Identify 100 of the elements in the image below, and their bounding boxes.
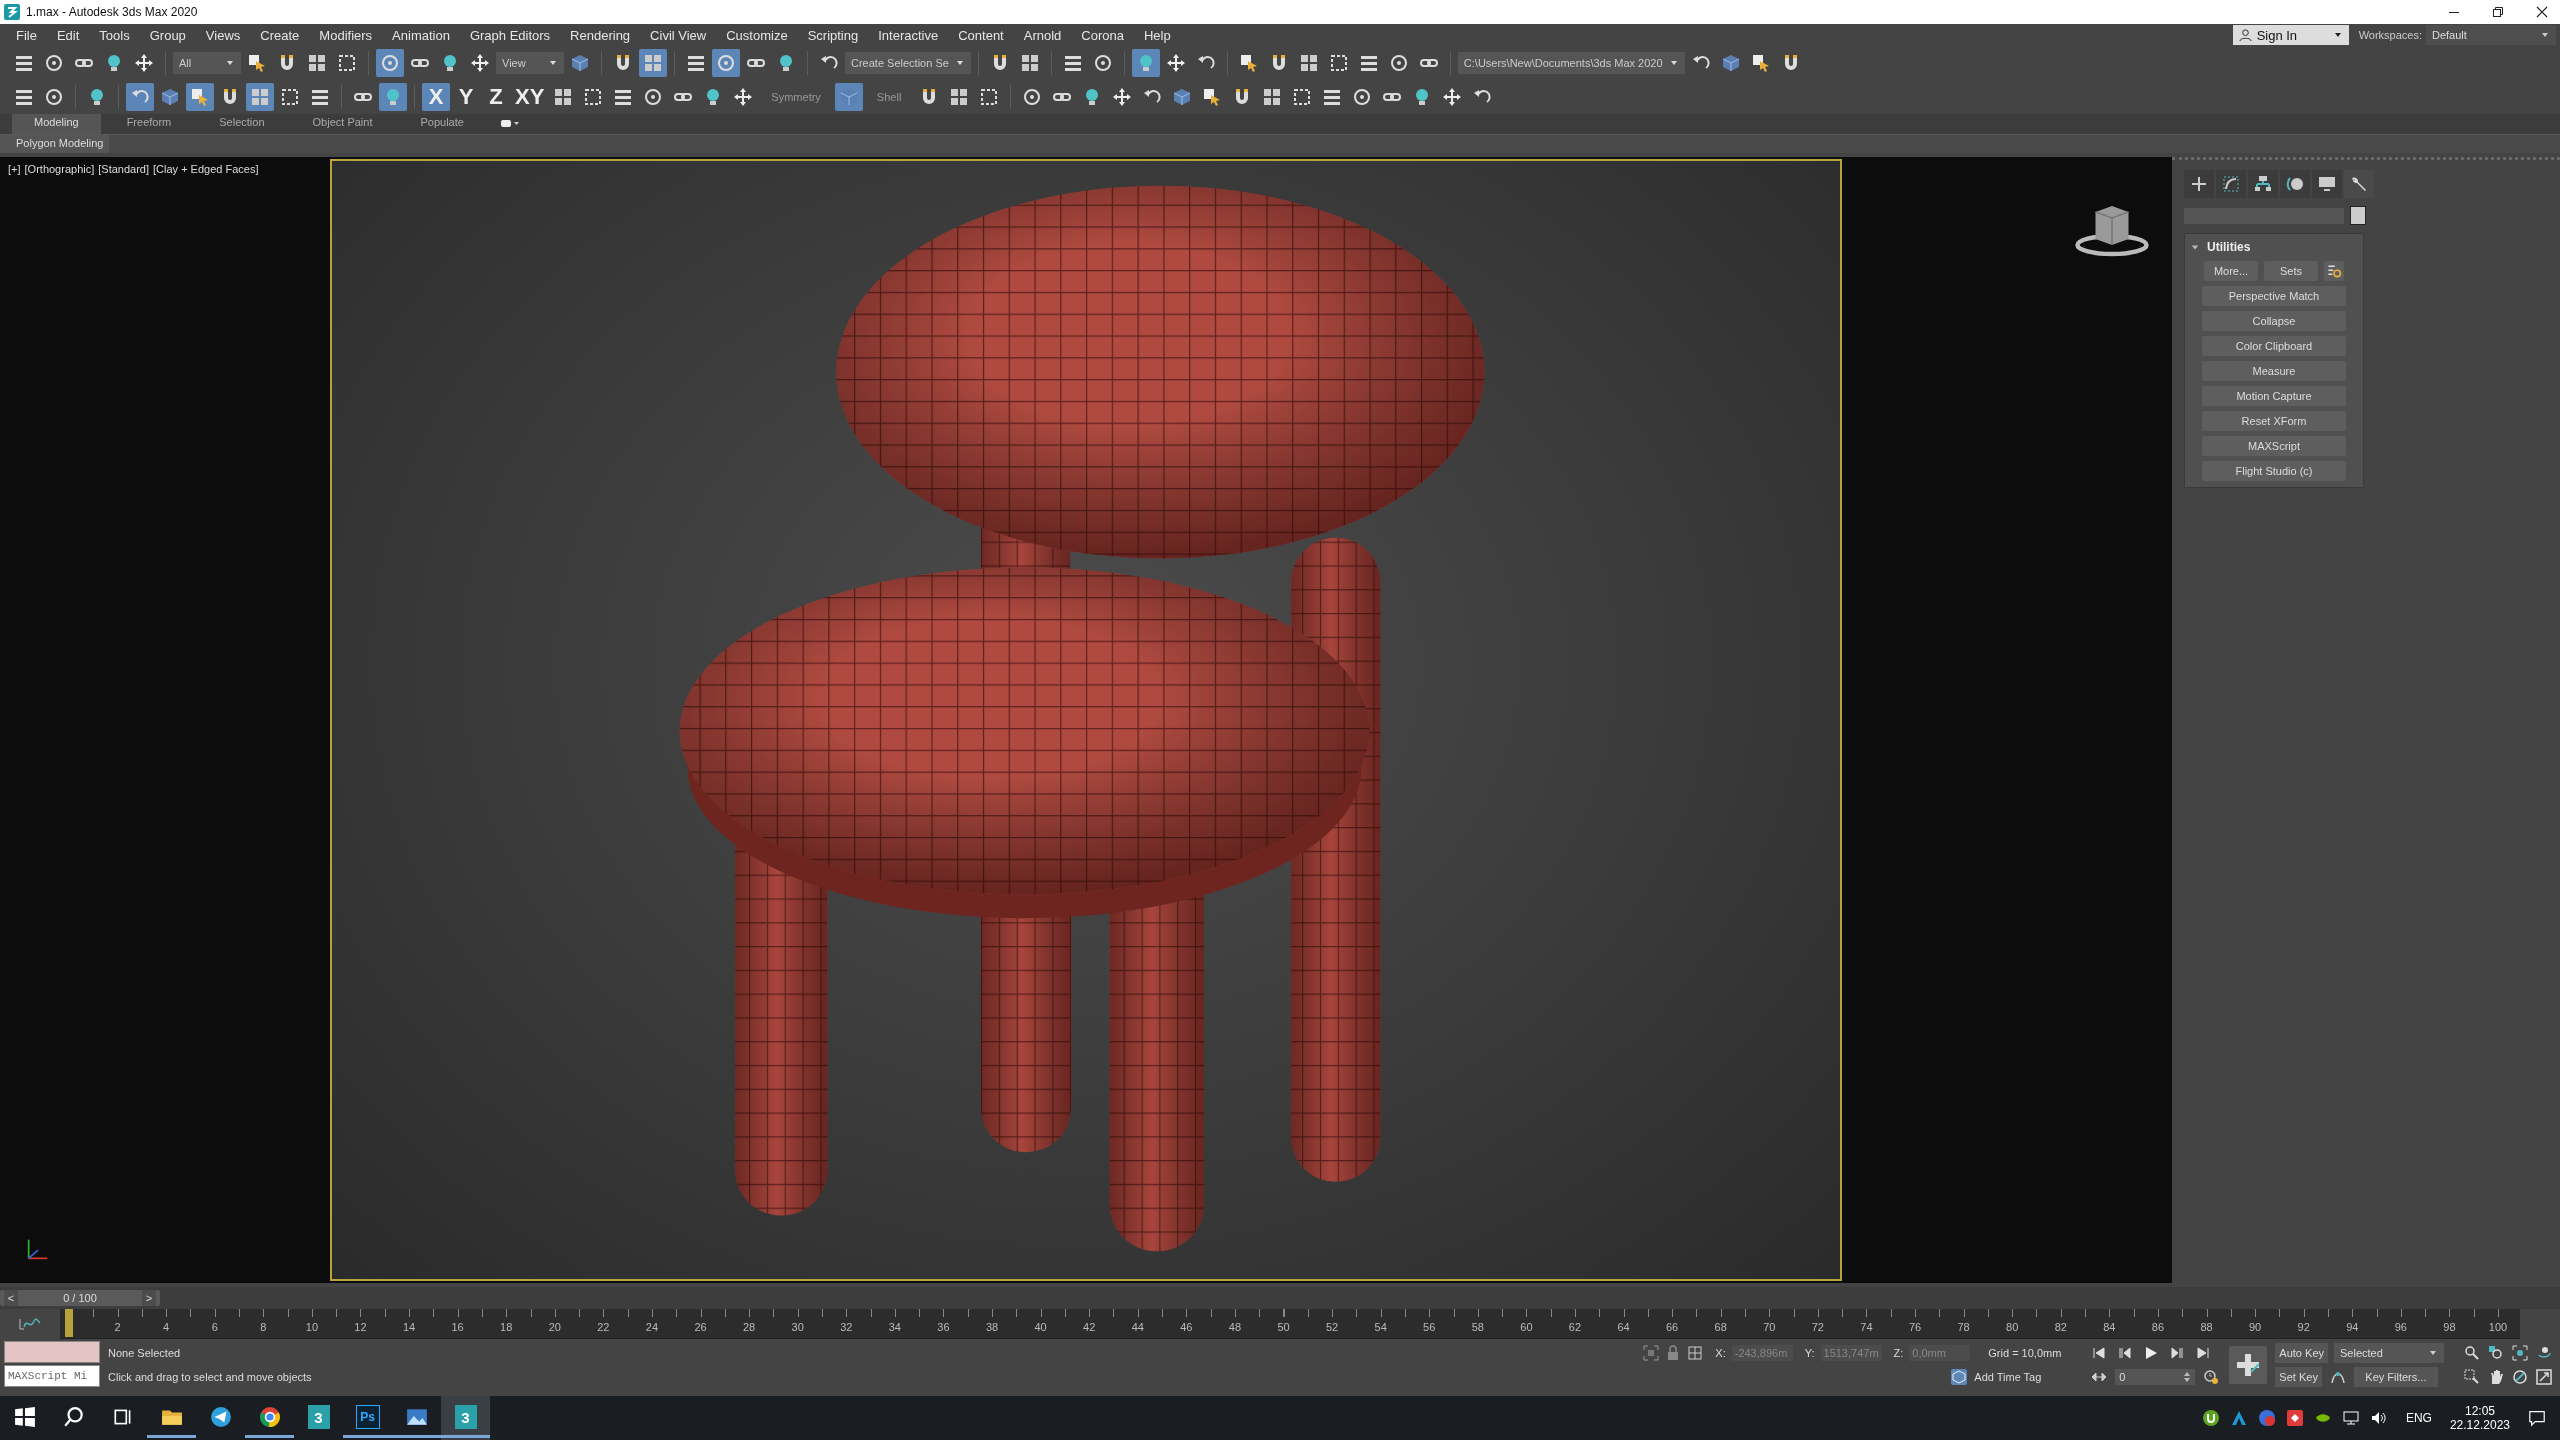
track-bar[interactable]: 2 4 6 8 10 12 14 16 18 20 22 24 26 28 30 32 34 36 38 40 42 44 46 48 50 52 54 56 58 60 62 64 66 68 70 72 74 76 78 80 82 84 86 88 90 92 94 96 98 100 xyxy=(60,1309,2520,1339)
viewport-menu-label[interactable]: [Clay + Edged Faces] xyxy=(153,163,259,175)
maxscript-output-field[interactable] xyxy=(4,1341,100,1363)
utility-button[interactable]: Color Clipboard xyxy=(2202,336,2346,356)
panel-tab[interactable] xyxy=(2344,170,2374,198)
dropdown-value: C:\Users\New\Documents\3ds Max 2020 xyxy=(1463,57,1663,69)
utility-button[interactable]: Motion Capture xyxy=(2202,386,2346,406)
configure-button[interactable] xyxy=(2324,261,2344,281)
frame-number: 78 xyxy=(1957,1321,1970,1333)
panel-tab[interactable] xyxy=(2280,170,2310,198)
menu-item[interactable]: Group xyxy=(139,27,196,43)
frame-value: 0 xyxy=(2119,1371,2126,1383)
frame-number: 36 xyxy=(937,1321,950,1333)
ring-icon xyxy=(1022,87,1043,107)
ribbon-tab[interactable]: Object Paint xyxy=(290,114,395,134)
menu-item[interactable]: Tools xyxy=(89,27,140,43)
toolbar-button[interactable] xyxy=(834,83,863,111)
panel-tab[interactable] xyxy=(2312,170,2342,198)
navigation-button[interactable] xyxy=(2534,1367,2554,1387)
next-frame-button[interactable]: > xyxy=(142,1290,156,1306)
dropdown[interactable]: C:\Users\New\Documents\3ds Max 2020 xyxy=(1457,52,1685,74)
dropdown[interactable]: View xyxy=(496,52,564,74)
menu-item[interactable]: Civil View xyxy=(640,27,717,43)
menu-item[interactable]: Content xyxy=(948,27,1014,43)
viewport[interactable]: [+] [Orthographic] [Standard] [Clay + Edged Faces] xyxy=(0,157,2172,1283)
clock-date[interactable]: 22.12.2023 xyxy=(2449,1418,2510,1432)
dropdown[interactable]: All xyxy=(173,52,241,74)
panel-tab[interactable] xyxy=(2248,170,2278,198)
color-swatch[interactable] xyxy=(2350,206,2366,225)
ribbon-tab[interactable]: Selection xyxy=(197,114,287,134)
cursor-icon xyxy=(247,53,267,73)
key-set-dropdown[interactable]: Selected xyxy=(2334,1343,2444,1363)
utility-button[interactable]: Flight Studio (c) xyxy=(2202,461,2346,481)
dashed-square-icon xyxy=(280,87,300,107)
viewport-menu-label[interactable]: [Orthographic] xyxy=(24,163,95,175)
dropdown[interactable]: Create Selection Se xyxy=(845,52,971,74)
frame-number: 32 xyxy=(840,1321,853,1333)
auto-key-button[interactable]: Auto Key xyxy=(2275,1343,2328,1363)
ring-icon xyxy=(44,53,64,73)
toolbar-label[interactable]: Symmetry xyxy=(759,91,833,103)
menu-item[interactable]: Graph Editors xyxy=(459,27,561,43)
menu-item[interactable]: Customize xyxy=(716,27,798,43)
menu-item[interactable]: Animation xyxy=(382,27,460,43)
frame-field[interactable]: 0 xyxy=(2115,1369,2196,1385)
menu-item[interactable]: Edit xyxy=(46,27,90,43)
time-slider-track[interactable]: < 0 / 100 > xyxy=(0,1287,2560,1309)
menu-item[interactable]: Corona xyxy=(1071,27,1134,43)
frame-number: 24 xyxy=(645,1321,659,1333)
utility-button[interactable]: Collapse xyxy=(2202,311,2346,331)
frame-number: 74 xyxy=(1860,1321,1873,1333)
menu-item[interactable]: Help xyxy=(1133,27,1181,43)
sign-in-dropdown[interactable]: Sign In xyxy=(2232,25,2349,45)
axis-button[interactable]: Y xyxy=(452,83,480,111)
frame-number: 76 xyxy=(1908,1321,1922,1333)
axis-button[interactable]: Z xyxy=(482,83,510,111)
notification-icon xyxy=(2528,1409,2546,1427)
toolbar-label[interactable]: Shell xyxy=(864,91,914,103)
add-time-tag-label[interactable]: Add Time Tag xyxy=(1974,1370,2042,1383)
ribbon-tab[interactable]: Freeform xyxy=(104,114,194,134)
viewport-menu-label[interactable]: [Standard] xyxy=(98,163,149,175)
menu-item[interactable]: Interactive xyxy=(868,27,949,43)
rollout-header[interactable]: Utilities xyxy=(2185,234,2363,256)
menu-item[interactable]: Modifiers xyxy=(309,27,383,43)
navigation-button[interactable] xyxy=(2510,1343,2530,1363)
set-keys-button[interactable] xyxy=(2229,1346,2268,1384)
maxscript-input-field[interactable]: MAXScript Mi xyxy=(4,1365,100,1387)
frame-number: 82 xyxy=(2054,1321,2067,1333)
frame-number: 40 xyxy=(1034,1321,1047,1333)
menu-item[interactable]: Views xyxy=(195,27,251,43)
menu-item[interactable]: Create xyxy=(250,27,310,43)
next-frame-icon xyxy=(2169,1345,2186,1361)
hand-icon xyxy=(2488,1369,2504,1385)
utility-button[interactable]: Measure xyxy=(2202,361,2346,381)
utility-button[interactable]: MAXScript xyxy=(2202,436,2346,456)
toolbar-button[interactable] xyxy=(1131,49,1160,77)
frame-number: 18 xyxy=(500,1321,513,1333)
viewport-menu-label[interactable]: [+] xyxy=(8,163,21,175)
axis-button[interactable]: XY xyxy=(512,83,548,111)
set-key-button[interactable]: Set Key xyxy=(2275,1367,2322,1387)
ribbon-tab[interactable]: Populate xyxy=(398,114,486,134)
utility-button[interactable]: Perspective Match xyxy=(2202,286,2346,306)
key-filters-button[interactable]: Key Filters... xyxy=(2353,1367,2438,1387)
menu-item[interactable]: Rendering xyxy=(560,27,641,43)
menu-item[interactable]: Arnold xyxy=(1013,27,1072,43)
panel-tab[interactable] xyxy=(2184,170,2214,198)
grid-icon xyxy=(643,53,663,73)
language-indicator[interactable]: ENG xyxy=(2405,1411,2432,1425)
menu-item[interactable]: Scripting xyxy=(797,27,869,43)
taskbar-button[interactable]: Ps xyxy=(343,1396,392,1440)
panel-tab[interactable] xyxy=(2216,170,2246,198)
time-slider-thumb[interactable]: < 0 / 100 > xyxy=(0,1290,160,1306)
utility-button[interactable]: Sets xyxy=(2264,261,2318,281)
menu-item[interactable]: File xyxy=(6,27,47,43)
utility-button[interactable]: Reset XForm xyxy=(2202,411,2346,431)
utility-button[interactable]: More... xyxy=(2204,261,2258,281)
ribbon-panel-tab[interactable]: Polygon Modeling xyxy=(0,135,110,153)
previous-frame-button[interactable]: < xyxy=(4,1290,18,1306)
clock-time[interactable]: 12:05 xyxy=(2464,1404,2495,1418)
ribbon-tab[interactable]: Modeling xyxy=(12,114,101,134)
workspace-dropdown[interactable]: Default xyxy=(2426,25,2556,45)
